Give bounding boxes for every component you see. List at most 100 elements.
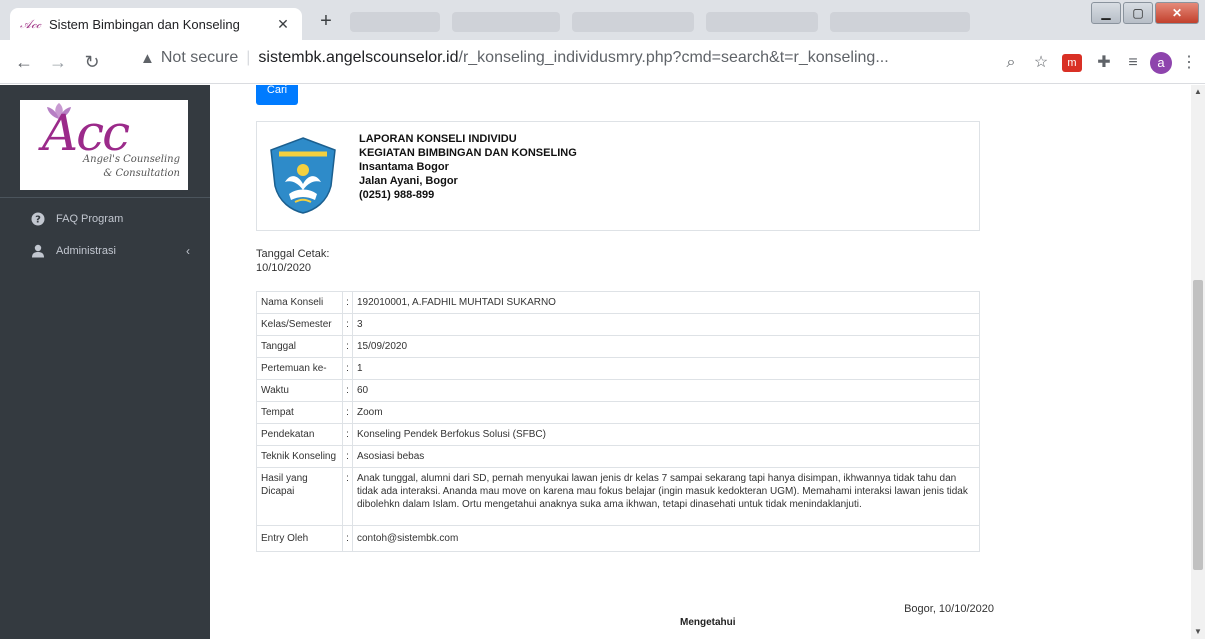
url-host: sistembk.angelscounselor.id: [258, 49, 459, 66]
row-label: Tanggal: [256, 335, 343, 358]
row-value: 3: [352, 313, 980, 336]
page-scrollbar[interactable]: ▲ ▼: [1191, 85, 1205, 639]
row-label: Nama Konseli: [256, 291, 343, 314]
signature-place-date: Bogor, 10/10/2020: [904, 603, 994, 615]
row-separator: :: [342, 357, 353, 380]
not-secure-label: Not secure: [160, 49, 239, 66]
background-tab[interactable]: [572, 12, 694, 32]
tab-close-icon[interactable]: ✕: [274, 16, 292, 33]
maximize-icon[interactable]: ▢: [1123, 2, 1153, 24]
user-icon: [32, 244, 44, 258]
back-icon[interactable]: ←: [12, 50, 36, 74]
report-title: LAPORAN KONSELI INDIVIDU: [359, 133, 517, 145]
table-row: Pendekatan : Konseling Pendek Berfokus S…: [256, 423, 980, 446]
row-separator: :: [342, 379, 353, 402]
puzzle-icon[interactable]: ✚: [1093, 52, 1115, 74]
report-header-text: LAPORAN KONSELI INDIVIDU KEGIATAN BIMBIN…: [359, 132, 577, 202]
background-tab[interactable]: [452, 12, 560, 32]
row-separator: :: [342, 525, 353, 552]
row-label: Kelas/Semester: [256, 313, 343, 336]
background-tab[interactable]: [350, 12, 440, 32]
row-value: Konseling Pendek Berfokus Solusi (SFBC): [352, 423, 980, 446]
table-row: Waktu : 60: [256, 379, 980, 402]
tut-wuri-handayani-emblem-icon: [270, 137, 336, 214]
url-path: /r_konseling_individusmry.php?cmd=search…: [458, 49, 889, 66]
row-value: 192010001, A.FADHIL MUHTADI SUKARNO: [352, 291, 980, 314]
row-label: Pertemuan ke-: [256, 357, 343, 380]
scroll-down-icon[interactable]: ▼: [1191, 625, 1205, 639]
table-row: Kelas/Semester : 3: [256, 313, 980, 336]
table-row: Tanggal : 15/09/2020: [256, 335, 980, 358]
sidebar-item-label: FAQ Program: [56, 213, 124, 225]
report-header: LAPORAN KONSELI INDIVIDU KEGIATAN BIMBIN…: [256, 121, 980, 231]
row-value: 60: [352, 379, 980, 402]
row-label: Hasil yang Dicapai: [256, 467, 343, 526]
address-bar[interactable]: ▲ Not secure | sistembk.angelscounselor.…: [140, 49, 889, 67]
row-separator: :: [342, 291, 353, 314]
sidebar-item-administrasi[interactable]: Administrasi ‹: [0, 233, 210, 269]
profile-avatar[interactable]: a: [1150, 52, 1172, 74]
session-details-table: Nama Konseli : 192010001, A.FADHIL MUHTA…: [256, 291, 980, 552]
school-name: Insantama Bogor: [359, 161, 449, 173]
report-content: Cari LAPORAN KONSELI INDIVIDU KEGIATAN B…: [210, 85, 1190, 639]
browser-tab-active[interactable]: 𝒜𝒸𝒸 Sistem Bimbingan dan Konseling ✕: [10, 8, 302, 40]
row-separator: :: [342, 313, 353, 336]
print-date-value: 10/10/2020: [256, 262, 312, 274]
school-phone: (0251) 988-899: [359, 189, 435, 201]
svg-text:?: ?: [35, 215, 41, 226]
row-label: Waktu: [256, 379, 343, 402]
row-separator: :: [342, 335, 353, 358]
new-tab-button[interactable]: +: [314, 10, 338, 34]
search-button[interactable]: Cari: [256, 85, 298, 105]
logo-tagline-sub: & Consultation: [103, 168, 180, 179]
site-favicon-icon: 𝒜𝒸𝒸: [20, 16, 42, 31]
sidebar-item-label: Administrasi: [56, 245, 116, 257]
row-separator: :: [342, 401, 353, 424]
row-value: 15/09/2020: [352, 335, 980, 358]
scrollbar-thumb[interactable]: [1193, 280, 1203, 570]
report-subtitle: KEGIATAN BIMBINGAN DAN KONSELING: [359, 147, 577, 159]
zoom-icon[interactable]: ⌕: [1000, 52, 1022, 74]
window-close-icon[interactable]: ✕: [1155, 2, 1199, 24]
logo-tagline: Angel's Counseling: [82, 154, 180, 165]
browser-toolbar: ← → ↻ ▲ Not secure | sistembk.angelscoun…: [0, 40, 1205, 84]
sidebar: Acc Angel's Counseling & Consultation ? …: [0, 85, 210, 639]
row-value: 1: [352, 357, 980, 380]
forward-icon[interactable]: →: [46, 50, 70, 74]
background-tab[interactable]: [830, 12, 970, 32]
address-separator: |: [246, 49, 251, 66]
table-row: Entry Oleh : contoh@sistembk.com: [256, 525, 980, 552]
table-row: Nama Konseli : 192010001, A.FADHIL MUHTA…: [256, 291, 980, 314]
print-date-label: Tanggal Cetak:: [256, 248, 330, 260]
table-row: Tempat : Zoom: [256, 401, 980, 424]
media-icon[interactable]: ≡: [1122, 52, 1144, 74]
extension-icon[interactable]: m: [1062, 54, 1082, 72]
window-controls: ▁ ▢ ✕: [1089, 2, 1199, 24]
reload-icon[interactable]: ↻: [80, 50, 104, 74]
row-value: Anak tunggal, alumni dari SD, pernah men…: [352, 467, 980, 526]
question-circle-icon: ?: [31, 212, 45, 226]
row-separator: :: [342, 423, 353, 446]
school-address: Jalan Ayani, Bogor: [359, 175, 458, 187]
table-row: Hasil yang Dicapai : Anak tunggal, alumn…: [256, 467, 980, 526]
brand-logo[interactable]: Acc Angel's Counseling & Consultation: [20, 100, 188, 190]
scroll-up-icon[interactable]: ▲: [1191, 85, 1205, 99]
tab-title: Sistem Bimbingan dan Konseling: [49, 16, 240, 32]
row-label: Teknik Konseling: [256, 445, 343, 468]
background-tab[interactable]: [706, 12, 818, 32]
table-row: Pertemuan ke- : 1: [256, 357, 980, 380]
row-label: Entry Oleh: [256, 525, 343, 552]
row-value: Asosiasi bebas: [352, 445, 980, 468]
sidebar-item-faq-program[interactable]: ? FAQ Program: [0, 201, 210, 237]
row-value: Zoom: [352, 401, 980, 424]
minimize-icon[interactable]: ▁: [1091, 2, 1121, 24]
row-label: Pendekatan: [256, 423, 343, 446]
browser-tab-bar: 𝒜𝒸𝒸 Sistem Bimbingan dan Konseling ✕ + ▁…: [0, 0, 1205, 40]
row-separator: :: [342, 445, 353, 468]
star-icon[interactable]: ☆: [1030, 52, 1052, 74]
acknowledge-label: Mengetahui: [680, 617, 736, 628]
table-row: Teknik Konseling : Asosiasi bebas: [256, 445, 980, 468]
warning-icon[interactable]: ▲: [140, 50, 155, 67]
row-label: Tempat: [256, 401, 343, 424]
menu-icon[interactable]: ⋮: [1178, 52, 1200, 74]
